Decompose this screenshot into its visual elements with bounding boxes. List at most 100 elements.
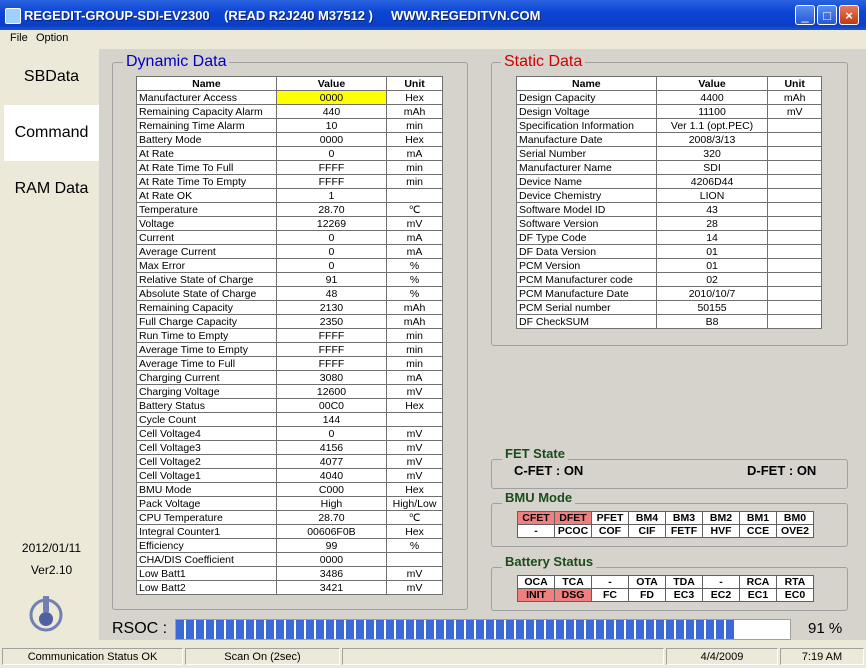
table-row: DF Type Code 14 — [516, 230, 822, 245]
cell-value[interactable]: 0 — [275, 258, 388, 273]
table-row: Charging Voltage 12600 mV — [136, 384, 443, 399]
cell-value[interactable]: 440 — [275, 104, 388, 119]
table-row: Device Chemistry LION — [516, 188, 822, 203]
cell-value[interactable]: FFFF — [275, 356, 388, 371]
cell-value[interactable]: 28 — [655, 216, 769, 231]
cell-value[interactable]: 0000 — [275, 90, 388, 105]
cell-value[interactable]: 02 — [655, 272, 769, 287]
cell-value[interactable]: 0000 — [275, 552, 388, 567]
cell-value[interactable]: 48 — [275, 286, 388, 301]
cell-value[interactable]: 3421 — [275, 580, 388, 595]
tab-sbdata[interactable]: SBData — [4, 49, 99, 105]
cell-value[interactable]: 144 — [275, 412, 388, 427]
dynamic-data-title: Dynamic Data — [123, 53, 230, 71]
cell-name: At Rate Time To Full — [136, 160, 277, 175]
table-row: CPU Temperature 28.70 ℃ — [136, 510, 443, 525]
cell-value[interactable]: 4040 — [275, 468, 388, 483]
cell-value[interactable]: B8 — [655, 314, 769, 329]
cell-name: Manufacture Date — [516, 132, 657, 147]
cell-unit: ℃ — [386, 510, 443, 525]
status-bit: BM2 — [702, 511, 740, 525]
cell-value[interactable]: 0000 — [275, 132, 388, 147]
cell-value[interactable]: 0 — [275, 230, 388, 245]
cell-value[interactable]: 0 — [275, 146, 388, 161]
cell-unit: mAh — [386, 104, 443, 119]
cell-value[interactable]: FFFF — [275, 328, 388, 343]
close-button[interactable]: × — [839, 5, 859, 25]
cell-value[interactable]: 50155 — [655, 300, 769, 315]
cell-unit — [767, 230, 822, 245]
cell-value[interactable]: 00606F0B — [275, 524, 388, 539]
cell-value[interactable]: 4400 — [655, 90, 769, 105]
status-bit: FC — [591, 588, 629, 602]
cell-value[interactable]: 91 — [275, 272, 388, 287]
cell-unit: mV — [386, 566, 443, 581]
cell-unit: % — [386, 286, 443, 301]
maximize-button[interactable]: □ — [817, 5, 837, 25]
version-label: Ver2.10 — [30, 563, 73, 577]
cell-value[interactable]: 2008/3/13 — [655, 132, 769, 147]
cell-value[interactable]: 14 — [655, 230, 769, 245]
cell-value[interactable]: C000 — [275, 482, 388, 497]
cell-value[interactable]: 99 — [275, 538, 388, 553]
table-row: Remaining Capacity Alarm 440 mAh — [136, 104, 443, 119]
cell-value[interactable]: 12269 — [275, 216, 388, 231]
cell-value[interactable]: 12600 — [275, 384, 388, 399]
table-row: Battery Mode 0000 Hex — [136, 132, 443, 147]
cell-value[interactable]: FFFF — [275, 174, 388, 189]
cell-value[interactable]: 2010/10/7 — [655, 286, 769, 301]
cell-value[interactable]: 28.70 — [275, 510, 388, 525]
status-bar: Communication Status OK Scan On (2sec) 4… — [0, 646, 866, 668]
table-row: Relative State of Charge 91% — [136, 272, 443, 287]
cell-value[interactable]: 01 — [655, 258, 769, 273]
cell-value[interactable]: FFFF — [275, 160, 388, 175]
cell-unit — [767, 160, 822, 175]
cell-value[interactable]: 11100 — [655, 104, 769, 119]
tab-ram-data[interactable]: RAM Data — [4, 161, 99, 217]
cell-value[interactable]: 4156 — [275, 440, 388, 455]
status-bit: BM1 — [739, 511, 777, 525]
cell-value[interactable]: LION — [655, 188, 769, 203]
status-bit: TDA — [665, 575, 703, 589]
cell-name: Battery Mode — [136, 132, 277, 147]
cell-unit: mV — [386, 454, 443, 469]
content-panel: Dynamic Data Name Value Unit Manufacture… — [99, 49, 866, 640]
cell-value[interactable]: FFFF — [275, 342, 388, 357]
cell-value[interactable]: 4077 — [275, 454, 388, 469]
cell-value[interactable]: 4206D44 — [655, 174, 769, 189]
status-bit: EC3 — [665, 588, 703, 602]
status-bit: DSG — [554, 588, 592, 602]
tab-command[interactable]: Command — [4, 105, 99, 161]
cell-name: Charging Voltage — [136, 384, 277, 399]
cell-value[interactable]: 320 — [655, 146, 769, 161]
status-bit: EC2 — [702, 588, 740, 602]
cell-value[interactable]: 3486 — [275, 566, 388, 581]
cell-unit: % — [386, 258, 443, 273]
status-bit: PFET — [591, 511, 629, 525]
cell-value[interactable]: 0 — [275, 244, 388, 259]
cell-value[interactable]: 28.70 — [275, 202, 388, 217]
cell-value[interactable]: 00C0 — [275, 398, 388, 413]
cell-value[interactable]: 1 — [275, 188, 388, 203]
cell-value[interactable]: 43 — [655, 202, 769, 217]
menu-option[interactable]: Option — [36, 32, 68, 44]
status-bit: HVF — [702, 524, 740, 538]
cell-unit: Hex — [386, 132, 443, 147]
cell-value[interactable]: 01 — [655, 244, 769, 259]
cell-value[interactable]: 10 — [275, 118, 388, 133]
static-data-title: Static Data — [501, 53, 586, 71]
minimize-button[interactable]: _ — [795, 5, 815, 25]
cell-unit — [767, 174, 822, 189]
menu-file[interactable]: File — [10, 32, 28, 44]
cell-value[interactable]: SDI — [655, 160, 769, 175]
cell-unit — [767, 202, 822, 217]
cell-value[interactable]: High — [275, 496, 388, 511]
cell-unit: mA — [386, 146, 443, 161]
cell-value[interactable]: 3080 — [275, 370, 388, 385]
cell-value[interactable]: 2350 — [275, 314, 388, 329]
cell-value[interactable]: 2130 — [275, 300, 388, 315]
table-row: Cell Voltage3 4156 mV — [136, 440, 443, 455]
cell-value[interactable]: Ver 1.1 (opt.PEC) — [655, 118, 769, 133]
cell-value[interactable]: 0 — [275, 426, 388, 441]
table-row: Charging Current 3080 mA — [136, 370, 443, 385]
